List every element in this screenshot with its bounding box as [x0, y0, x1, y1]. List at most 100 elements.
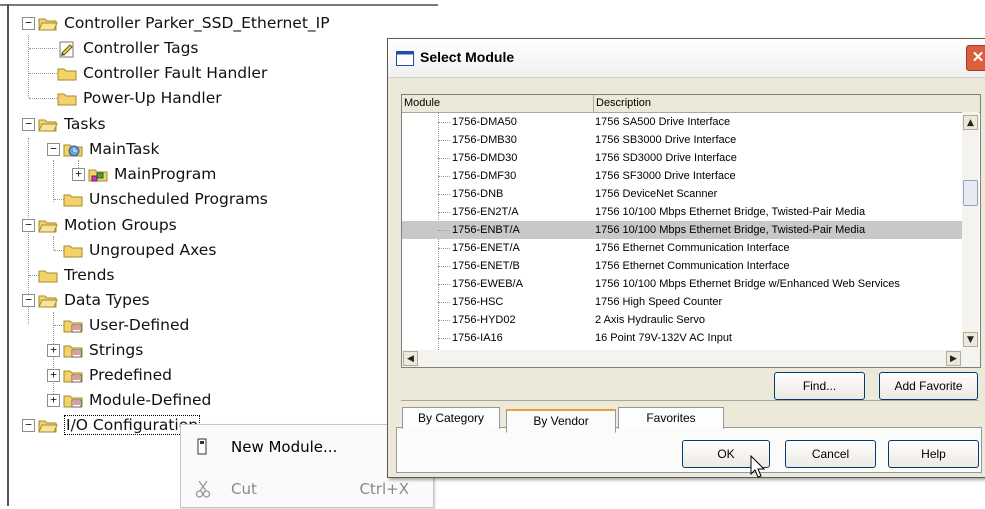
column-header-module[interactable]: Module [402, 95, 594, 112]
collapse-toggle[interactable]: − [22, 118, 35, 131]
module-row[interactable]: 1756-DMD30 1756 SD3000 Drive Interface [402, 149, 962, 167]
module-row[interactable]: 1756-ENET/B 1756 Ethernet Communication I… [402, 257, 962, 275]
module-row[interactable]: 1756-DNB 1756 DeviceNet Scanner [402, 185, 962, 203]
tree-item-data-types[interactable]: Data Types [38, 289, 150, 311]
folder-open-icon [38, 16, 58, 31]
tree-item-label: Unscheduled Programs [89, 190, 268, 208]
module-cell: 1756-EWEB/A [452, 278, 523, 290]
module-row[interactable]: 1756-DMF30 1756 SF3000 Drive Interface [402, 167, 962, 185]
menu-item-label: Cut [231, 480, 257, 498]
module-list[interactable]: Module Description 1756-DMA50 1756 SA500 … [401, 94, 981, 368]
module-row[interactable]: 1756-HYD02 2 Axis Hydraulic Servo [402, 311, 962, 329]
tree-item-powerup-handler[interactable]: Power-Up Handler [57, 87, 222, 109]
scroll-left-button[interactable]: ◀ [403, 351, 418, 366]
scroll-thumb[interactable] [963, 180, 978, 206]
tree-item-unscheduled-programs[interactable]: Unscheduled Programs [63, 188, 268, 210]
module-cell: 1756-DMA50 [452, 116, 517, 128]
folder-icon [63, 192, 83, 207]
tree-item-label: Tasks [64, 115, 106, 133]
help-button[interactable]: Help [888, 440, 979, 468]
tree-connector [29, 48, 57, 49]
tree-item-motion-groups[interactable]: Motion Groups [38, 214, 177, 236]
module-row[interactable]: 1756-EWEB/A 1756 10/100 Mbps Ethernet Bri… [402, 275, 962, 293]
description-cell: 1756 10/100 Mbps Ethernet Bridge w/Enhan… [595, 278, 900, 290]
tree-item-maintask[interactable]: MainTask [63, 138, 159, 160]
tab-by-category[interactable]: By Category [402, 407, 500, 429]
tree-connector [53, 236, 54, 250]
description-cell: 1756 SB3000 Drive Interface [595, 134, 737, 146]
module-row[interactable]: 1756-HSC 1756 High Speed Counter [402, 293, 962, 311]
tree-item-module-defined[interactable]: Module-Defined [63, 389, 211, 411]
tree-item-strings[interactable]: Strings [63, 339, 143, 361]
collapse-toggle[interactable]: − [47, 143, 60, 156]
module-row[interactable]: 1756-EN2T/A 1756 10/100 Mbps Ethernet Bri… [402, 203, 962, 221]
tree-item-fault-handler[interactable]: Controller Fault Handler [57, 62, 267, 84]
description-cell: 1756 SF3000 Drive Interface [595, 170, 736, 182]
find-button[interactable]: Find... [774, 372, 865, 400]
description-cell: 16 Point 79V-132V AC Input [595, 332, 732, 344]
expand-toggle[interactable]: + [47, 344, 60, 357]
collapse-toggle[interactable]: − [22, 219, 35, 232]
column-header-description[interactable]: Description [594, 95, 980, 112]
tree-item-mainprogram[interactable]: MainProgram [88, 163, 216, 185]
cancel-button[interactable]: Cancel [785, 440, 876, 468]
expand-toggle[interactable]: + [47, 394, 60, 407]
expand-toggle[interactable]: + [47, 369, 60, 382]
horizontal-scrollbar[interactable]: ◀ ▶ [402, 350, 980, 367]
module-row[interactable]: 1756-DMB30 1756 SB3000 Drive Interface [402, 131, 962, 149]
tree-connector [438, 320, 450, 321]
description-cell: 1756 Ethernet Communication Interface [595, 260, 790, 272]
folder-open-icon [38, 293, 58, 308]
collapse-toggle[interactable]: − [22, 294, 35, 307]
collapse-toggle[interactable]: − [22, 419, 35, 432]
module-cell: 1756-ENET/B [452, 260, 520, 272]
tree-item-trends[interactable]: Trends [38, 264, 115, 286]
module-row[interactable]: 1756-IA16 16 Point 79V-132V AC Input [402, 329, 962, 347]
chevron-right-icon: ▶ [950, 354, 957, 364]
task-icon [63, 142, 83, 157]
tree-item-ungrouped-axes[interactable]: Ungrouped Axes [63, 239, 216, 261]
datatype-icon [63, 368, 83, 383]
folder-icon [57, 66, 77, 81]
column-header-label: Description [596, 97, 652, 109]
tree-item-controller-tags[interactable]: Controller Tags [57, 37, 199, 59]
tree-item-label: Trends [64, 266, 115, 284]
tree-connector [29, 73, 57, 74]
module-cell: 1756-ENBT/A [452, 224, 520, 236]
scroll-down-button[interactable]: ▼ [963, 332, 978, 347]
window-icon [396, 51, 414, 70]
scroll-right-button[interactable]: ▶ [946, 351, 961, 366]
module-row[interactable]: 1756-ENET/A 1756 Ethernet Communication I… [402, 239, 962, 257]
module-cell: 1756-DMB30 [452, 134, 517, 146]
collapse-toggle[interactable]: − [22, 17, 35, 30]
tree-item-user-defined[interactable]: User-Defined [63, 314, 189, 336]
tree-item-controller[interactable]: Controller Parker_SSD_Ethernet_IP [38, 12, 330, 34]
tree-item-predefined[interactable]: Predefined [63, 364, 172, 386]
tree-item-label: MainTask [89, 140, 160, 158]
dialog-titlebar[interactable]: Select Module ✕ [388, 39, 985, 78]
tree-item-tasks[interactable]: Tasks [38, 113, 106, 135]
tab-favorites[interactable]: Favorites [618, 407, 724, 429]
module-row[interactable]: 1756-DMA50 1756 SA500 Drive Interface [402, 113, 962, 131]
tree-item-io-configuration[interactable]: I/O Configuration [38, 414, 201, 436]
folder-open-icon [38, 218, 58, 233]
tree-item-label: Strings [89, 341, 144, 359]
module-cell: 1756-HYD02 [452, 314, 516, 326]
folder-icon [63, 243, 83, 258]
module-row[interactable]: 1756-ENBT/A 1756 10/100 Mbps Ethernet Bri… [402, 221, 962, 239]
scroll-up-button[interactable]: ▲ [963, 115, 978, 130]
add-favorite-button[interactable]: Add Favorite [879, 372, 978, 400]
tree-connector [438, 338, 450, 339]
description-cell: 1756 Ethernet Communication Interface [595, 242, 790, 254]
module-icon [195, 438, 209, 460]
module-cell: 1756-DMD30 [452, 152, 518, 164]
expand-toggle[interactable]: + [72, 168, 85, 181]
module-cell: 1756-ENET/A [452, 242, 520, 254]
tree-frame-border [7, 4, 9, 506]
select-module-dialog: Select Module ✕ Module Description 1756-… [387, 38, 985, 478]
vertical-scrollbar[interactable]: ▲ ▼ [962, 112, 979, 350]
tree-connector [438, 212, 450, 213]
tree-item-label: Data Types [64, 291, 150, 309]
tab-by-vendor[interactable]: By Vendor [506, 409, 616, 433]
close-button[interactable]: ✕ [966, 45, 985, 71]
